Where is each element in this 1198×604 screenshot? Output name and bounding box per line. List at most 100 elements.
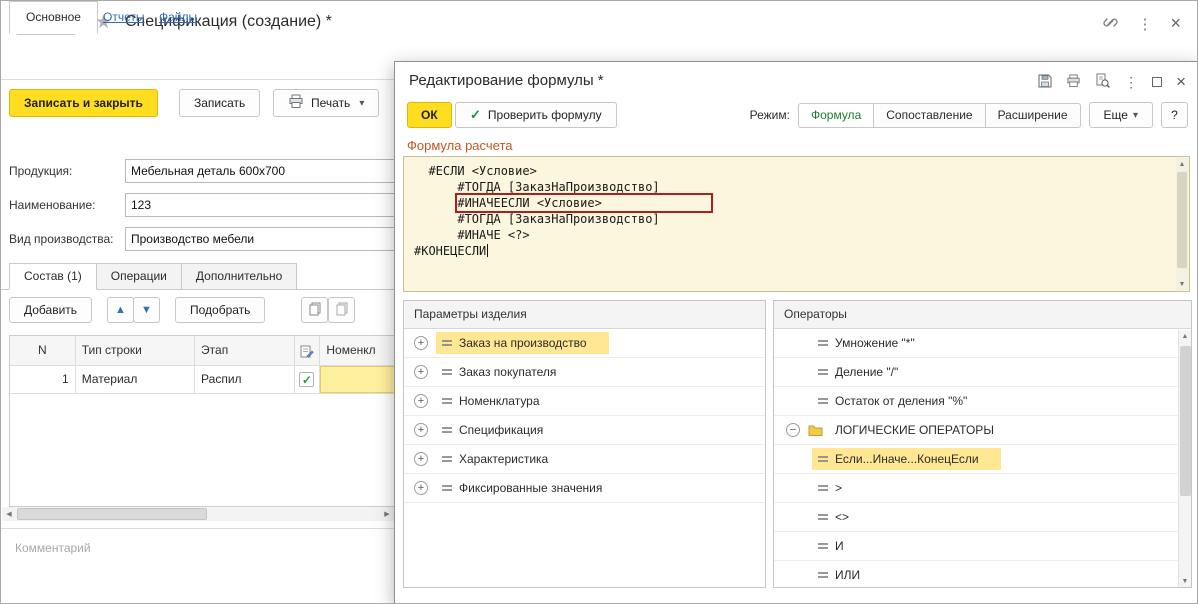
operator-tree-item[interactable]: <> xyxy=(774,503,1191,532)
paste-rows-button[interactable] xyxy=(328,297,355,323)
operator-tree-item[interactable]: И xyxy=(774,532,1191,561)
operator-tree-item[interactable]: Если...Иначе...КонецЕсли xyxy=(774,445,1191,474)
scroll-up-icon[interactable]: ▲ xyxy=(1176,158,1188,170)
formula-vertical-scrollbar[interactable]: ▲ ▼ xyxy=(1176,158,1188,290)
tab-reports-link[interactable]: Отчеты xyxy=(103,10,144,24)
operator-label: Умножение "*" xyxy=(835,336,915,350)
expand-plus-icon[interactable] xyxy=(414,452,428,466)
scrollbar-thumb[interactable] xyxy=(17,508,207,520)
expand-plus-icon[interactable] xyxy=(414,365,428,379)
scroll-up-icon[interactable]: ▲ xyxy=(1179,330,1191,342)
save-button[interactable]: Записать xyxy=(179,89,261,117)
move-up-button[interactable]: ▲ xyxy=(107,297,134,323)
cell-row-number[interactable]: 1 xyxy=(10,366,76,394)
operator-label: И xyxy=(835,539,844,553)
mode-mapping[interactable]: Сопоставление xyxy=(873,102,986,128)
text-cursor xyxy=(487,244,489,257)
collapse-minus-icon[interactable] xyxy=(786,423,800,437)
expand-plus-icon[interactable] xyxy=(414,481,428,495)
scroll-down-icon[interactable]: ▼ xyxy=(1179,575,1191,587)
folder-icon xyxy=(808,424,823,436)
product-input[interactable] xyxy=(125,159,399,183)
scrollbar-thumb[interactable] xyxy=(1180,346,1191,496)
operator-tree-item[interactable]: ИЛИ xyxy=(774,561,1191,587)
dialog-close-icon[interactable]: × xyxy=(1176,72,1186,92)
parameter-tree-item[interactable]: Заказ на производство xyxy=(404,329,765,358)
link-icon[interactable] xyxy=(1102,14,1119,34)
tab-files-link[interactable]: Файлы xyxy=(159,10,197,24)
help-button[interactable]: ? xyxy=(1161,102,1188,128)
parameter-tree-item[interactable]: Спецификация xyxy=(404,416,765,445)
formula-line[interactable]: #КОНЕЦЕСЛИ xyxy=(414,243,1185,259)
print-icon[interactable] xyxy=(1066,73,1081,91)
scroll-down-icon[interactable]: ▼ xyxy=(1176,278,1188,290)
mode-extension[interactable]: Расширение xyxy=(984,102,1081,128)
formula-line[interactable]: #ИНАЧЕЕСЛИ <Условие> xyxy=(414,193,1185,213)
add-row-button[interactable]: Добавить xyxy=(9,297,93,323)
expand-plus-icon[interactable] xyxy=(414,394,428,408)
formula-editor-dialog: Редактирование формулы * ⋮ × ОК ✓ Провер… xyxy=(394,61,1197,603)
operators-vertical-scrollbar[interactable]: ▲ ▼ xyxy=(1178,330,1191,587)
parameters-panel-title: Параметры изделия xyxy=(404,301,765,329)
ok-button[interactable]: ОК xyxy=(407,102,452,128)
formula-line[interactable]: #ЕСЛИ <Условие> xyxy=(414,163,1185,179)
operator-tree-item[interactable]: Умножение "*" xyxy=(774,329,1191,358)
dialog-menu-icon[interactable]: ⋮ xyxy=(1124,74,1138,91)
window-menu-icon[interactable]: ⋮ xyxy=(1137,15,1152,33)
parameter-tree-item[interactable]: Фиксированные значения xyxy=(404,474,765,503)
operator-label: <> xyxy=(835,510,850,524)
name-input[interactable] xyxy=(125,193,399,217)
operator-label: ЛОГИЧЕСКИЕ ОПЕРАТОРЫ xyxy=(835,423,994,437)
tab-main[interactable]: Основное xyxy=(9,1,98,34)
parameter-label: Фиксированные значения xyxy=(459,481,603,495)
cell-nomenclature-active[interactable] xyxy=(320,366,395,394)
column-header-n: N xyxy=(10,336,76,366)
parameter-tree-item[interactable]: Характеристика xyxy=(404,445,765,474)
expand-plus-icon[interactable] xyxy=(414,423,428,437)
scroll-right-icon[interactable]: ▶ xyxy=(380,507,394,521)
window-title: Спецификация (создание) * xyxy=(125,13,332,30)
tab-additional[interactable]: Дополнительно xyxy=(180,263,298,290)
copy-rows-button[interactable] xyxy=(301,297,328,323)
formula-editor[interactable]: #ЕСЛИ <Условие> #ТОГДА [ЗаказНаПроизводс… xyxy=(403,156,1190,292)
save-and-close-button[interactable]: Записать и закрыть xyxy=(9,89,158,117)
tab-composition[interactable]: Состав (1) xyxy=(9,263,97,290)
formula-line[interactable]: #ИНАЧЕ <?> xyxy=(414,227,1185,243)
preview-icon[interactable] xyxy=(1095,73,1110,91)
chevron-down-icon: ▾ xyxy=(359,97,365,109)
operator-tree-item[interactable]: > xyxy=(774,474,1191,503)
print-button[interactable]: Печать ▾ xyxy=(273,89,380,117)
move-down-button[interactable]: ▼ xyxy=(133,297,160,323)
expand-plus-icon[interactable] xyxy=(414,336,428,350)
operator-tree-item[interactable]: Остаток от деления "%" xyxy=(774,387,1191,416)
formula-line[interactable]: #ТОГДА [ЗаказНаПроизводство] xyxy=(414,179,1185,195)
parameter-tree-item[interactable]: Номенклатура xyxy=(404,387,765,416)
cell-stage[interactable]: Распил xyxy=(195,366,295,394)
table-horizontal-scrollbar[interactable]: ◀ ▶ xyxy=(2,507,394,521)
checkbox-checked-icon[interactable]: ✓ xyxy=(299,372,315,387)
mode-formula[interactable]: Формула xyxy=(797,102,875,128)
more-button[interactable]: Еще ▾ xyxy=(1088,102,1153,128)
attribute-icon xyxy=(817,453,829,465)
print-label: Печать xyxy=(311,96,351,110)
window-close-icon[interactable]: × xyxy=(1170,13,1181,34)
save-icon[interactable] xyxy=(1038,74,1052,91)
scrollbar-thumb[interactable] xyxy=(1177,172,1187,268)
production-type-input[interactable] xyxy=(125,227,399,251)
parameter-tree-item[interactable]: Заказ покупателя xyxy=(404,358,765,387)
operator-tree-item[interactable]: ЛОГИЧЕСКИЕ ОПЕРАТОРЫ xyxy=(774,416,1191,445)
comment-input[interactable]: Комментарий xyxy=(15,541,385,555)
operator-tree-item[interactable]: Деление "/" xyxy=(774,358,1191,387)
cell-formula-flag[interactable]: ✓ xyxy=(294,366,321,394)
cell-row-type[interactable]: Материал xyxy=(75,366,196,394)
scroll-left-icon[interactable]: ◀ xyxy=(2,507,16,521)
formula-line[interactable]: #ТОГДА [ЗаказНаПроизводство] xyxy=(414,211,1185,227)
tab-operations[interactable]: Операции xyxy=(95,263,182,290)
parameter-label: Спецификация xyxy=(459,423,544,437)
pick-button[interactable]: Подобрать xyxy=(175,297,266,323)
table-row[interactable]: 1 Материал Распил ✓ xyxy=(10,366,395,394)
check-formula-button[interactable]: ✓ Проверить формулу xyxy=(455,102,617,128)
maximize-icon[interactable] xyxy=(1152,77,1163,87)
attribute-icon xyxy=(441,424,453,436)
copy-icon xyxy=(308,302,322,319)
